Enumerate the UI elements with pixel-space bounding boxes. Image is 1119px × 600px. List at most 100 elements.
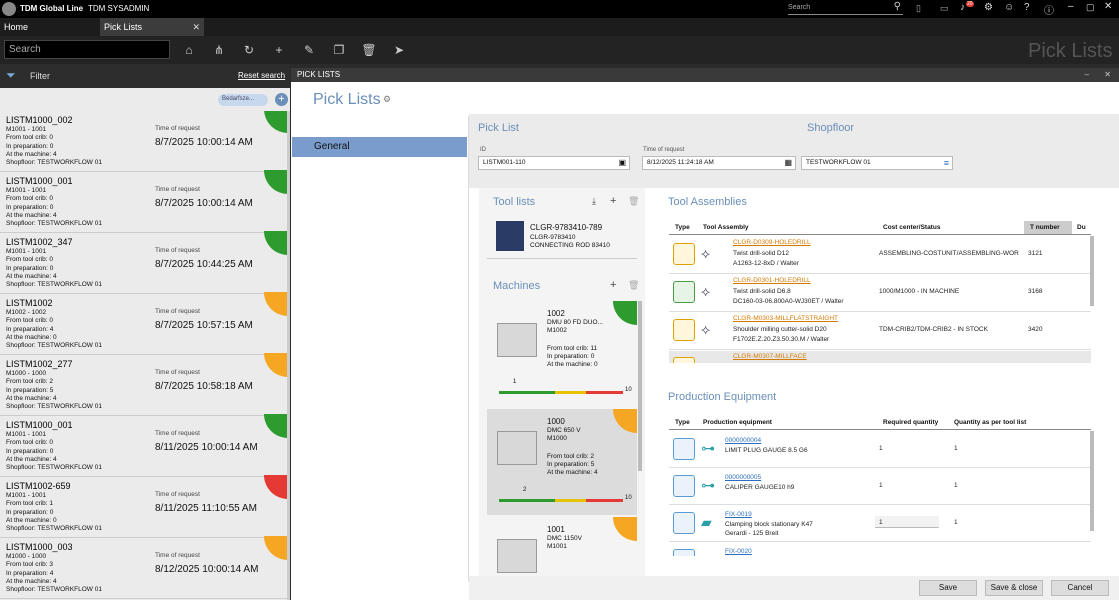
add-icon[interactable]: + bbox=[270, 41, 288, 59]
save-close-button[interactable]: Save & close bbox=[985, 580, 1043, 596]
prodeq-scrollbar[interactable] bbox=[1090, 431, 1094, 531]
delete-icon[interactable]: 🗑 bbox=[360, 41, 378, 59]
assemblies-scrollbar[interactable] bbox=[1090, 236, 1094, 306]
close-window-icon[interactable]: ✕ bbox=[1104, 1, 1112, 12]
machine-card[interactable]: 1002 DMU 80 FD DUO... M1002 From tool crib:… bbox=[487, 301, 637, 407]
prodeq-code-link[interactable]: 0000000005 bbox=[725, 474, 761, 481]
assembly-code-link[interactable]: CLGR-D0301-HOLEDRILL bbox=[733, 277, 811, 284]
tab-home[interactable]: Home bbox=[0, 18, 100, 36]
col-cost-center[interactable]: Cost center/Status bbox=[883, 224, 940, 231]
edit-icon[interactable]: ✎ bbox=[300, 41, 318, 59]
refresh-icon[interactable]: ↻ bbox=[240, 41, 258, 59]
machine-card[interactable]: 1001 DMC 1150V M1001 bbox=[487, 517, 637, 573]
filter-icon[interactable]: ⏷ bbox=[6, 68, 16, 83]
add-filter-button[interactable]: + bbox=[275, 93, 288, 106]
prodeq-required[interactable]: 1 bbox=[879, 519, 883, 526]
document-icon[interactable]: ▯ bbox=[916, 3, 921, 14]
add-toollist-icon[interactable]: + bbox=[610, 195, 616, 207]
picklist-in-prep: In preparation: 0 bbox=[6, 447, 54, 455]
assembly-code-link[interactable]: CLGR-M0303-MILLFLATSTRAIGHT bbox=[733, 315, 838, 322]
picklist-card[interactable]: LISTM1002_347 M1001 - 1001 From tool crib:… bbox=[0, 231, 288, 294]
prodeq-row[interactable]: ▰ FIX-0019 Clamping block stationary K47 Ge… bbox=[669, 506, 1091, 542]
dialog-minimize-icon[interactable]: ‒ bbox=[1085, 68, 1089, 82]
calendar-icon[interactable]: ▣ bbox=[618, 157, 626, 169]
user-icon[interactable]: ☺ bbox=[1004, 2, 1014, 13]
required-qty-input[interactable] bbox=[875, 516, 939, 528]
prodeq-sub: Gerardi - 125 Breit bbox=[725, 530, 779, 537]
prodeq-code-link[interactable]: 0000000004 bbox=[725, 437, 761, 444]
picklist-card[interactable]: LISTM1000_001 M1001 - 1001 From tool crib:… bbox=[0, 414, 288, 477]
toollists-title: Tool lists bbox=[493, 196, 536, 208]
col-pe-type[interactable]: Type bbox=[675, 419, 690, 426]
col-tnumber[interactable]: T number bbox=[1024, 221, 1072, 234]
dialog-title-settings-icon[interactable]: ⚙ bbox=[383, 94, 391, 105]
tab-pick-lists[interactable]: Pick Lists ✕ bbox=[100, 18, 204, 36]
date-picker-icon[interactable]: ▦ bbox=[784, 157, 792, 169]
settings-icon[interactable]: ⚙ bbox=[984, 2, 993, 13]
info-icon[interactable]: ⓘ bbox=[1044, 2, 1054, 17]
picklist-card[interactable]: LISTM1000_002 M1001 - 1001 From tool crib:… bbox=[0, 111, 288, 172]
assembly-row[interactable]: ⟡ CLGR-M0307-MILLFACE bbox=[669, 351, 1091, 363]
maximize-icon[interactable]: ▢ bbox=[1086, 2, 1095, 13]
prodeq-code-link[interactable]: FIX-0020 bbox=[725, 548, 752, 555]
sort-chip[interactable]: Bedarfsze... bbox=[218, 94, 268, 106]
prodeq-row[interactable]: ⊶ 0000000004 LIMIT PLUG GAUGE 8.5 G6 1 1 bbox=[669, 432, 1091, 468]
minimize-icon[interactable]: ‒ bbox=[1068, 1, 1074, 12]
picklist-at-machine: At the machine: 0 bbox=[6, 333, 57, 341]
copy-icon[interactable]: ❐ bbox=[330, 41, 348, 59]
picklist-card[interactable]: LISTM1000_001 M1001 - 1001 From tool crib:… bbox=[0, 170, 288, 233]
machines-scrollbar[interactable] bbox=[638, 301, 642, 471]
prodeq-row[interactable]: ⊶ 0000000005 CALIPER GAUGE10 h9 1 1 bbox=[669, 469, 1091, 505]
nav-general[interactable]: General bbox=[292, 137, 467, 157]
filter-label[interactable]: Filter bbox=[30, 71, 50, 81]
time-field[interactable]: 8/12/2025 11:24:18 AM ▦ bbox=[642, 156, 796, 170]
assembly-sub: A1263-12-8xD / Walter bbox=[733, 260, 799, 267]
assembly-row[interactable]: ⟡ CLGR-M0303-MILLFLATSTRAIGHT Shoulder mil… bbox=[669, 313, 1091, 350]
picklist-card[interactable]: LISTM1000_003 M1000 - 1000 From tool crib:… bbox=[0, 536, 288, 599]
bell-icon[interactable]: ♪ bbox=[960, 2, 965, 13]
close-tab-icon[interactable]: ✕ bbox=[192, 18, 200, 36]
toollist-item[interactable]: CLGR-9783410-789 CLGR-9783410 CONNECTING… bbox=[496, 221, 636, 255]
reset-search-link[interactable]: Reset search bbox=[238, 71, 285, 80]
delete-machine-icon[interactable]: 🗑 bbox=[628, 280, 639, 291]
col-du[interactable]: Du bbox=[1077, 224, 1086, 231]
download-icon[interactable]: ⤓ bbox=[592, 196, 596, 207]
shopfloor-field[interactable]: TESTWORKFLOW 01 ≡ bbox=[801, 156, 953, 170]
assembly-row[interactable]: ⟡ CLGR-D0301-HOLEDRILL Twist drill-solid D… bbox=[669, 275, 1091, 312]
dialog-close-icon[interactable]: ✕ bbox=[1104, 68, 1111, 82]
pick-icon[interactable]: ➤ bbox=[390, 41, 408, 59]
machine-card[interactable]: 1000 DMC 650 V M1000 From tool crib: 2 In pr… bbox=[487, 409, 637, 515]
id-field[interactable]: LISTM001-110 ▣ bbox=[478, 156, 630, 170]
prodeq-code-link[interactable]: FIX-0019 bbox=[725, 511, 752, 518]
toolbar-search-input[interactable]: Search bbox=[4, 40, 170, 59]
delete-toollist-icon[interactable]: 🗑 bbox=[628, 196, 639, 207]
col-pe-required[interactable]: Required quantity bbox=[883, 419, 938, 426]
save-button[interactable]: Save bbox=[919, 580, 977, 596]
picklist-card[interactable]: LISTM1002_277 M1000 - 1000 From tool crib:… bbox=[0, 353, 288, 416]
assembly-code-link[interactable]: CLGR-D0309-HOLEDRILL bbox=[733, 239, 811, 246]
picklist-dialog: PICK LISTS ‒ ✕ Pick Lists ⚙ General Pick… bbox=[291, 68, 1119, 600]
prodeq-row[interactable]: ▰ FIX-0020 bbox=[669, 543, 1091, 556]
col-type[interactable]: Type bbox=[675, 224, 690, 231]
search-icon[interactable]: ⚲ bbox=[894, 1, 901, 12]
picklist-list: LISTM1000_002 M1001 - 1001 From tool crib:… bbox=[0, 111, 290, 600]
cancel-button[interactable]: Cancel bbox=[1051, 580, 1109, 596]
clipboard-icon[interactable]: ▭ bbox=[940, 3, 949, 14]
picklist-card[interactable]: LISTM1002-659 M1001 - 1001 From tool crib:… bbox=[0, 475, 288, 538]
assembly-code-link[interactable]: CLGR-M0307-MILLFACE bbox=[733, 353, 807, 360]
col-pe-name[interactable]: Production equipment bbox=[703, 419, 772, 426]
help-icon[interactable]: ? bbox=[1024, 2, 1030, 13]
hierarchy-icon[interactable]: ⋔ bbox=[210, 41, 228, 59]
list-icon[interactable]: ≡ bbox=[944, 157, 949, 169]
col-tool-assembly[interactable]: Tool Assembly bbox=[703, 224, 749, 231]
assembly-row[interactable]: ⟡ CLGR-D0309-HOLEDRILL Twist drill-solid D… bbox=[669, 237, 1091, 274]
picklist-at-machine: At the machine: 4 bbox=[6, 150, 57, 158]
global-search-input[interactable]: Search ⚲ bbox=[788, 1, 903, 15]
picklist-card[interactable]: LISTM1002 M1002 - 1002 From tool crib: 0 In… bbox=[0, 292, 288, 355]
global-search-placeholder: Search bbox=[788, 4, 811, 11]
add-machine-icon[interactable]: + bbox=[610, 279, 616, 291]
home-icon[interactable]: ⌂ bbox=[180, 41, 198, 59]
picklist-machine: M1001 - 1001 bbox=[6, 248, 47, 255]
list-scrollbar[interactable] bbox=[287, 111, 290, 600]
col-pe-quantity[interactable]: Quantity as per tool list bbox=[954, 419, 1026, 426]
